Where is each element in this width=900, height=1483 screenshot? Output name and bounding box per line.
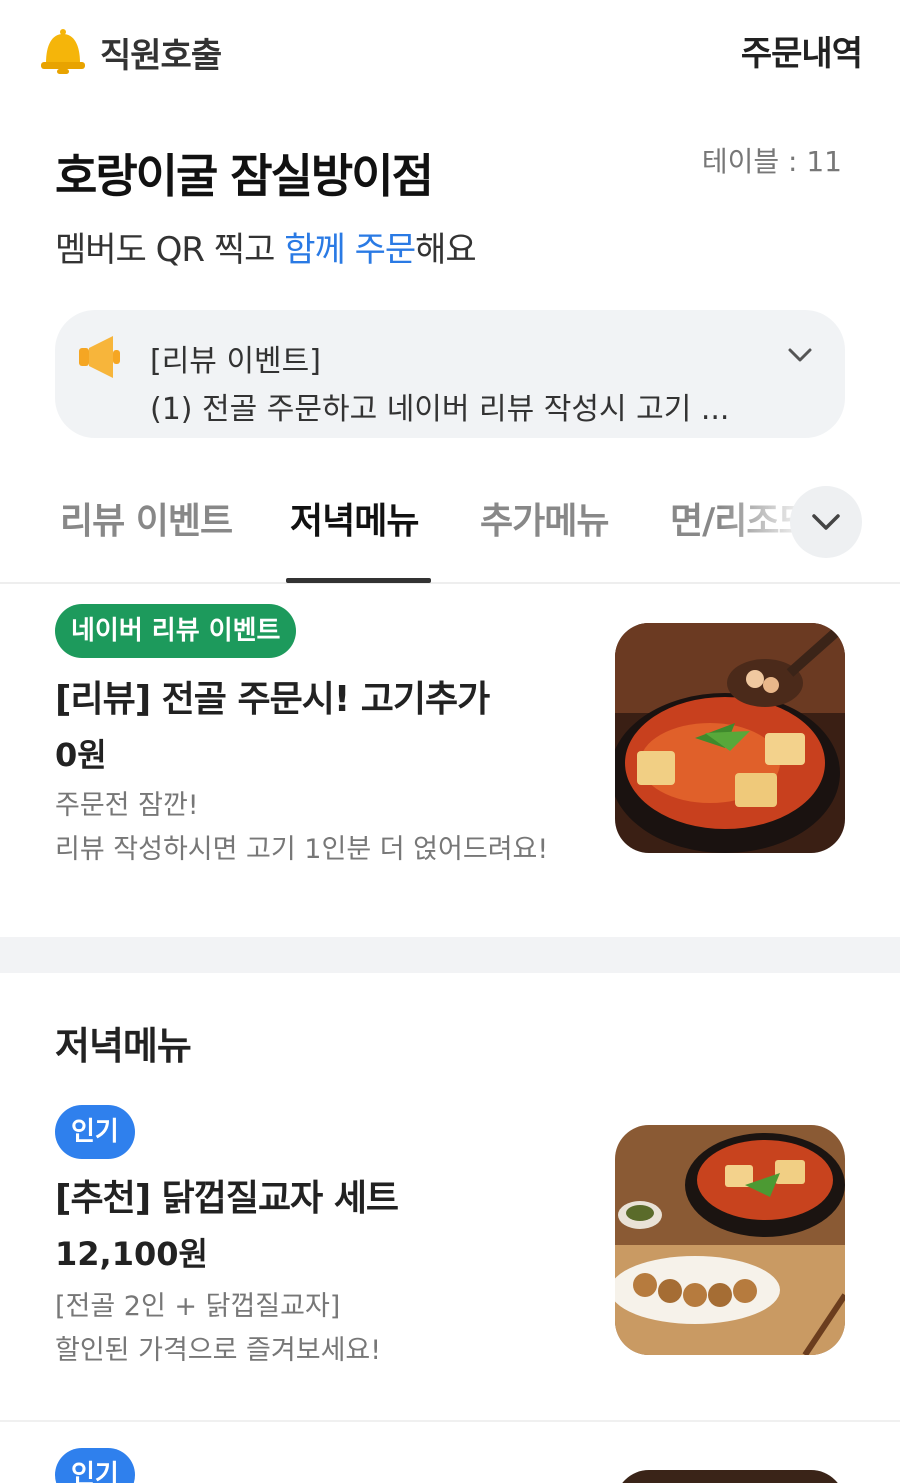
menu-item[interactable]: 인기 [추천] 닭껍질교자 세트 12,100원 [전골 2인 + 닭껍질교자]… [0,1105,900,1420]
menu-item-price: 12,100원 [55,1235,208,1273]
table-number: 테이블 : 11 [701,145,842,178]
call-staff-button[interactable]: 직원호출 [38,24,222,80]
bell-icon [38,27,88,77]
menu-item-desc-line1: 주문전 잠깐! [55,790,199,821]
section-divider [0,937,900,973]
menu-item-image [615,623,845,853]
category-tabs: 리뷰 이벤트 저녁메뉴 추가메뉴 면/리조또 [0,470,900,584]
notice-body: (1) 전골 주문하고 네이버 리뷰 작성시 고기 ... [150,392,730,427]
menu-item-image [615,1125,845,1355]
tabs-expand-button[interactable] [790,486,862,558]
section-title: 저녁메뉴 [55,1024,192,1068]
menu-item-title: [리뷰] 전골 주문시! 고기추가 [55,679,490,720]
active-tab-indicator [286,578,431,583]
chevron-down-icon[interactable] [785,340,815,370]
chevron-down-icon [812,514,840,530]
store-subtitle: 멤버도 QR 찍고 함께 주문해요 [55,222,477,271]
popular-badge: 인기 [55,1448,135,1483]
notice-title: [리뷰 이벤트] [150,344,321,379]
row-divider [0,1420,900,1422]
tab-review-event[interactable]: 리뷰 이벤트 [60,492,233,544]
call-staff-label: 직원호출 [100,35,222,76]
menu-item[interactable]: 네이버 리뷰 이벤트 [리뷰] 전골 주문시! 고기추가 0원 주문전 잠깐! … [0,584,900,937]
menu-item-image [615,1470,845,1483]
popular-badge: 인기 [55,1105,135,1159]
order-history-button[interactable]: 주문내역 [741,26,863,75]
subtitle-suffix: 해요 [415,230,477,270]
subtitle-highlight: 함께 주문 [284,230,416,270]
menu-item-desc-line1: [전골 2인 + 닭껍질교자] [55,1291,341,1322]
megaphone-icon [75,330,129,384]
top-bar: 직원호출 주문내역 [0,0,900,100]
event-notice[interactable]: [리뷰 이벤트] (1) 전골 주문하고 네이버 리뷰 작성시 고기 ... [55,310,845,438]
menu-item-price: 0원 [55,736,107,774]
menu-item[interactable]: 인기 [0,1448,900,1483]
subtitle-prefix: 멤버도 QR 찍고 [55,230,285,270]
menu-item-desc-line2: 리뷰 작성하시면 고기 1인분 더 얹어드려요! [55,834,549,865]
naver-review-badge: 네이버 리뷰 이벤트 [55,604,297,658]
menu-item-title: [추천] 닭껍질교자 세트 [55,1178,399,1219]
menu-item-desc-line2: 할인된 가격으로 즐겨보세요! [55,1335,382,1366]
tab-dinner-menu[interactable]: 저녁메뉴 [290,492,419,544]
tab-extra-menu[interactable]: 추가메뉴 [480,492,609,544]
store-name: 호랑이굴 잠실방이점 [55,149,434,203]
